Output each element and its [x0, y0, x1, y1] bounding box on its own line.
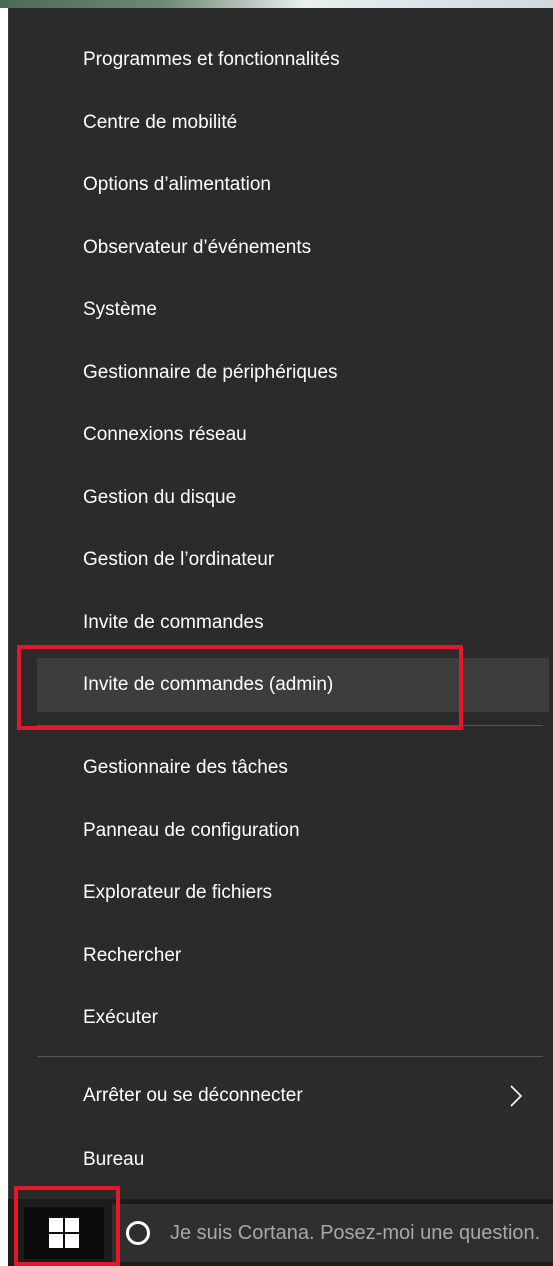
search-placeholder: Je suis Cortana. Posez-moi une question.	[170, 1221, 541, 1244]
menu-item-command-prompt[interactable]: Invite de commandes	[37, 596, 549, 650]
menu-item-shutdown-signout[interactable]: Arrêter ou se déconnecter	[37, 1069, 549, 1123]
menu-item-label: Invite de commandes	[83, 612, 264, 633]
menu-item-computer-management[interactable]: Gestion de l’ordinateur	[37, 533, 549, 587]
menu-item-label: Système	[83, 299, 157, 320]
menu-item-command-prompt-admin[interactable]: Invite de commandes (admin)	[37, 658, 549, 712]
windows-logo-icon	[49, 1218, 79, 1248]
menu-separator	[37, 725, 543, 726]
power-user-menu: Programmes et fonctionnalités Centre de …	[8, 8, 553, 1199]
menu-item-label: Observateur d’événements	[83, 237, 312, 258]
cortana-ring-icon	[126, 1221, 150, 1245]
start-button[interactable]	[24, 1207, 104, 1259]
menu-item-label: Gestionnaire de périphériques	[83, 362, 338, 383]
menu-item-label: Connexions réseau	[83, 424, 247, 445]
screen: Programmes et fonctionnalités Centre de …	[0, 0, 553, 1266]
menu-item-label: Options d’alimentation	[83, 174, 271, 195]
menu-item-network-connections[interactable]: Connexions réseau	[37, 408, 549, 462]
menu-item-mobility-center[interactable]: Centre de mobilité	[37, 96, 549, 150]
menu-item-programs-features[interactable]: Programmes et fonctionnalités	[37, 33, 549, 87]
menu-item-label: Programmes et fonctionnalités	[83, 49, 340, 70]
menu-item-label: Exécuter	[83, 1007, 158, 1028]
menu-item-label: Panneau de configuration	[83, 820, 300, 841]
chevron-right-icon	[510, 1085, 523, 1107]
menu-item-label: Gestion du disque	[83, 487, 237, 508]
menu-item-system[interactable]: Système	[37, 283, 549, 337]
menu-item-label: Bureau	[83, 1149, 145, 1170]
menu-item-label: Explorateur de fichiers	[83, 882, 273, 903]
menu-item-label: Gestionnaire des tâches	[83, 757, 288, 778]
menu-item-search[interactable]: Rechercher	[37, 929, 549, 983]
menu-item-label: Arrêter ou se déconnecter	[83, 1085, 303, 1106]
menu-item-task-manager[interactable]: Gestionnaire des tâches	[37, 741, 549, 795]
menu-item-file-explorer[interactable]: Explorateur de fichiers	[37, 866, 549, 920]
cortana-search-box[interactable]: Je suis Cortana. Posez-moi une question.	[112, 1204, 553, 1262]
menu-item-power-options[interactable]: Options d’alimentation	[37, 158, 549, 212]
menu-item-desktop[interactable]: Bureau	[37, 1133, 549, 1187]
menu-separator	[37, 1056, 543, 1057]
menu-item-label: Centre de mobilité	[83, 112, 238, 133]
menu-item-disk-management[interactable]: Gestion du disque	[37, 471, 549, 525]
menu-item-label: Gestion de l’ordinateur	[83, 549, 275, 570]
menu-item-label: Rechercher	[83, 945, 182, 966]
desktop-wallpaper	[0, 0, 553, 8]
taskbar: Je suis Cortana. Posez-moi une question.	[8, 1199, 553, 1266]
menu-item-control-panel[interactable]: Panneau de configuration	[37, 804, 549, 858]
menu-item-device-manager[interactable]: Gestionnaire de périphériques	[37, 346, 549, 400]
menu-item-label: Invite de commandes (admin)	[83, 674, 334, 695]
menu-item-run[interactable]: Exécuter	[37, 991, 549, 1045]
menu-item-event-viewer[interactable]: Observateur d’événements	[37, 221, 549, 275]
